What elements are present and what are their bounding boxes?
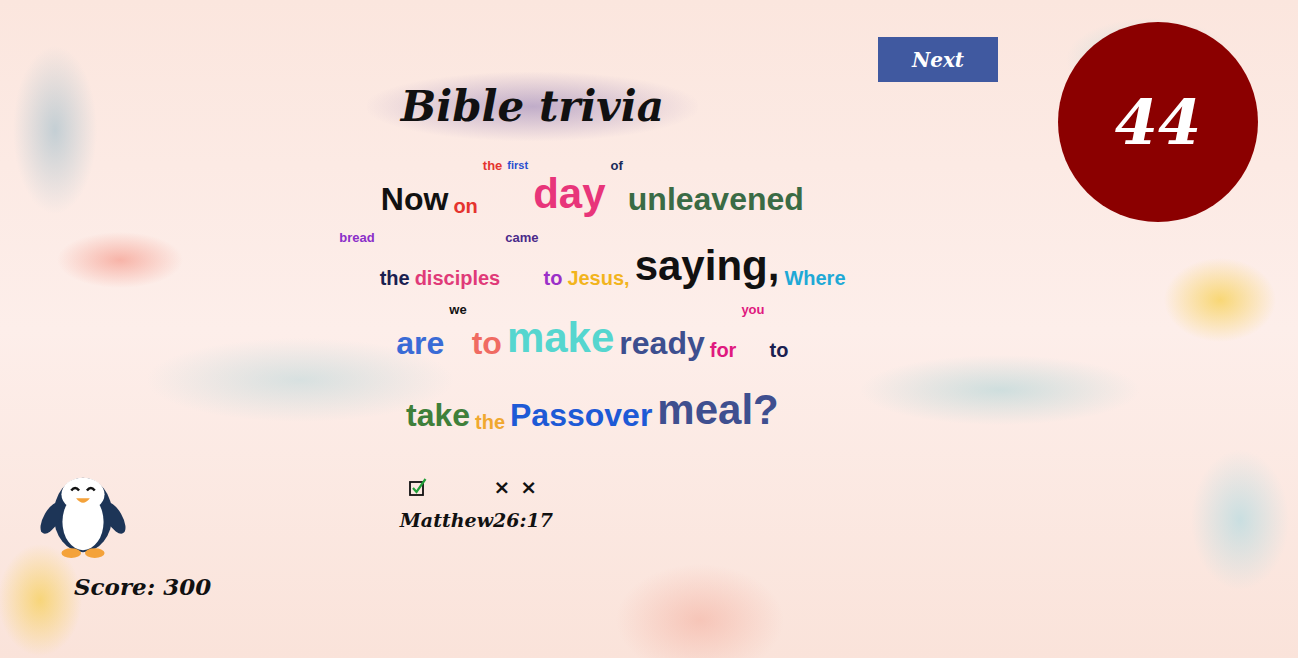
verse: Nowonthefirstdayofunleavenedbreadthedisc… (339, 159, 845, 433)
score: Score: 300 (74, 573, 307, 600)
timer: 44 (1058, 22, 1258, 222)
reference-verse: 26:17 (493, 509, 553, 531)
verse-line: Nowon the first dayof unleavened (381, 159, 804, 217)
verse-line: arewetomakereadyforyouto (396, 303, 788, 361)
verse-word: to (472, 326, 502, 361)
attempts: ×× (408, 475, 538, 499)
question-area: Bible trivia Nowon the first dayof unleavene… (307, 0, 878, 658)
controls: Next 44 (878, 0, 1298, 658)
verse-word: Passover (510, 398, 652, 433)
wrong-mark: × (494, 475, 511, 499)
verse-reference: Matthew26:17 (400, 509, 553, 531)
verse-word: take (406, 398, 470, 433)
game-title: Bible trivia (401, 82, 664, 131)
verse-line: bread thedisciples came toJesus, saying,Wher… (339, 231, 845, 289)
player-panel: Score: 300 (0, 0, 307, 658)
wrong-mark: × (520, 475, 537, 499)
correct-check-icon (408, 477, 428, 497)
verse-word: first (507, 159, 528, 171)
verse-word: unleavened (628, 182, 804, 217)
verse-word: Now (381, 182, 449, 217)
verse-word: to (770, 339, 789, 361)
verse-word: for (710, 339, 737, 361)
verse-word: bread (339, 231, 374, 245)
verse-word: of (611, 159, 623, 173)
next-button[interactable]: Next (878, 37, 998, 82)
verse-word: are (396, 326, 444, 361)
verse-word: to (543, 267, 562, 289)
verse-word: make (507, 315, 614, 361)
verse-word: you (741, 303, 764, 317)
verse-word: meal? (657, 387, 778, 433)
trivia-screen: Score: 300 Bible trivia Nowon the first day… (0, 0, 1298, 658)
verse-word: the (380, 267, 410, 289)
verse-word: disciples (415, 267, 501, 289)
verse-word: came (505, 231, 538, 245)
verse-word: we (449, 303, 466, 317)
verse-word: Jesus, (567, 267, 629, 289)
title-banner: Bible trivia (377, 78, 688, 135)
reference-book: Matthew (400, 509, 493, 531)
verse-word: ready (619, 326, 704, 361)
penguin-icon (34, 461, 132, 559)
verse-word: Where (784, 267, 845, 289)
verse-word: the (475, 411, 505, 433)
verse-word: saying, (635, 243, 780, 289)
verse-line: takethePassovermeal? (406, 375, 779, 433)
verse-word: day (533, 171, 605, 217)
verse-word: on (453, 195, 477, 217)
verse-word: the (483, 159, 503, 173)
